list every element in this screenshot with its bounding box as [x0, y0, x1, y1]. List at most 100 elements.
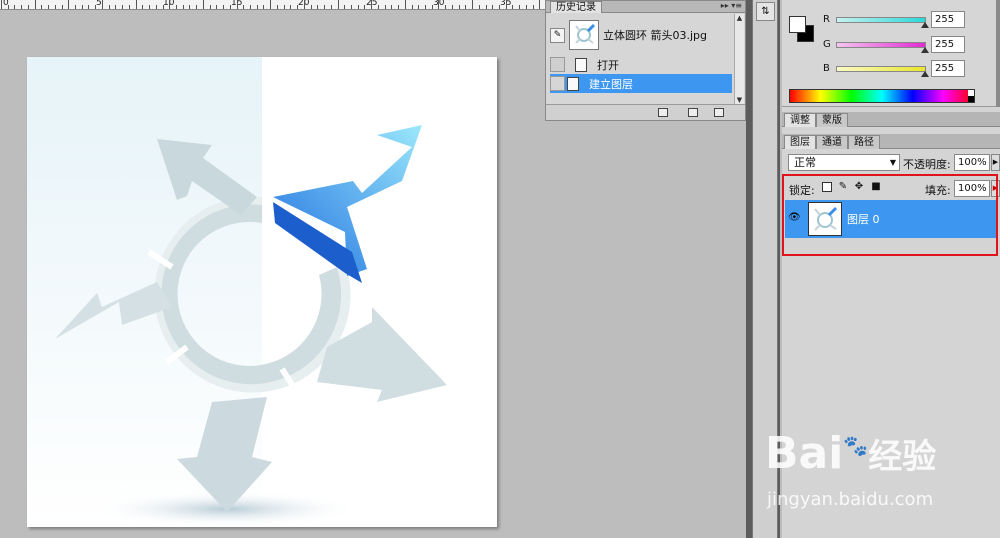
tab-layers[interactable]: 图层 [784, 135, 816, 149]
layer-item[interactable]: 👁 图层 0 [785, 200, 996, 238]
ruler-tick [256, 5, 258, 9]
tab-channels[interactable]: 通道 [816, 135, 848, 149]
ruler-label: 5 [96, 0, 102, 8]
slider-knob-icon[interactable] [921, 22, 929, 28]
ruler-tick [155, 5, 157, 9]
tab-paths[interactable]: 路径 [848, 135, 880, 149]
ruler-tick [411, 5, 413, 9]
ruler-tick [27, 5, 29, 9]
new-snapshot-icon[interactable] [688, 108, 698, 117]
ruler-tick [189, 5, 191, 9]
red-slider[interactable] [836, 17, 929, 28]
ruler-tick [290, 5, 292, 9]
history-checkbox[interactable] [550, 76, 565, 91]
ruler-tick [350, 5, 352, 9]
layer-thumbnail [808, 202, 842, 236]
ruler-tick [478, 5, 480, 9]
ruler-tick [101, 0, 103, 9]
ruler-tick [485, 5, 487, 9]
ruler-tick [337, 0, 339, 9]
ruler-tick [142, 5, 144, 9]
ruler-tick [149, 5, 151, 9]
ruler-tick [14, 5, 16, 9]
ruler-tick [310, 5, 312, 9]
artwork-image [27, 57, 447, 527]
snapshot-thumbnail [569, 20, 599, 50]
ruler-tick [499, 5, 501, 9]
ruler-tick [391, 5, 393, 9]
ruler-tick [303, 0, 305, 9]
ruler-tick [384, 5, 386, 9]
chevron-down-icon: ▼ [889, 158, 896, 167]
ruler-tick [364, 5, 366, 9]
ruler-tick [108, 5, 110, 9]
ruler-tick [236, 0, 238, 9]
ruler-tick [525, 5, 527, 9]
opacity-label: 不透明度: [903, 158, 951, 171]
adjustments-tabbar: 调整 蒙版 [782, 112, 1000, 127]
tab-masks[interactable]: 蒙版 [816, 113, 848, 127]
ruler-tick [196, 5, 198, 9]
history-snapshot[interactable]: ✎ 立体圆环 箭头03.jpg [550, 18, 732, 52]
ruler-tick [404, 0, 406, 9]
ruler-tick [283, 5, 285, 9]
red-value-field[interactable]: 255 [931, 11, 965, 28]
ruler-tick [472, 0, 474, 9]
tab-history[interactable]: 历史记录 [550, 1, 602, 13]
ruler-tick [21, 5, 23, 9]
brush-source-icon[interactable]: ✎ [550, 27, 565, 43]
layer-name: 图层 0 [847, 213, 880, 226]
green-value-field[interactable]: 255 [931, 36, 965, 53]
new-document-icon[interactable] [658, 108, 668, 117]
eye-visibility-icon[interactable]: 👁 [788, 212, 802, 224]
history-scrollbar[interactable]: ▲ ▼ [734, 14, 744, 104]
opacity-field[interactable]: 100% [954, 154, 990, 171]
history-panel-icon[interactable]: ⇅ [756, 2, 775, 21]
scroll-up-icon[interactable]: ▲ [735, 14, 744, 22]
ruler-tick [431, 5, 433, 9]
ruler-tick [223, 5, 225, 9]
ruler-tick [317, 5, 319, 9]
ruler-tick [418, 5, 420, 9]
ruler-tick [34, 0, 36, 9]
ruler-tick [202, 0, 204, 9]
ruler-tick [532, 5, 534, 9]
document-canvas[interactable] [27, 57, 497, 527]
scroll-down-icon[interactable]: ▼ [735, 96, 744, 104]
foreground-color-swatch[interactable] [789, 16, 806, 33]
baidu-jingyan-watermark: Bai🐾经验 jingyan.baidu.com [765, 428, 1000, 528]
panel-menu-icon[interactable]: ▸▸ ▾≡ [721, 1, 742, 10]
ruler-tick [465, 5, 467, 9]
ruler-tick [95, 5, 97, 9]
ruler-tick [216, 5, 218, 9]
ruler-tick [135, 0, 137, 9]
blue-slider[interactable] [836, 66, 929, 77]
history-state-item[interactable]: 打开 [550, 55, 732, 74]
ruler-tick [357, 5, 359, 9]
ruler-tick [75, 5, 77, 9]
ruler-tick [175, 5, 177, 9]
ruler-tick [505, 0, 507, 9]
color-spectrum-ramp[interactable] [789, 89, 975, 103]
trash-icon[interactable] [714, 108, 724, 117]
ruler-tick [1, 0, 2, 9]
ruler-tick [54, 5, 56, 9]
history-state-item[interactable]: 建立图层 [550, 74, 732, 93]
blend-mode-select[interactable]: 正常 ▼ [788, 154, 900, 171]
history-bottom-bar [546, 104, 745, 120]
opacity-slider-button[interactable]: ▶ [991, 154, 1000, 171]
panel-scrollbar[interactable] [996, 0, 1000, 107]
watermark-brand-suffix: 经验 [868, 437, 937, 477]
history-checkbox[interactable] [550, 57, 565, 72]
slider-knob-icon[interactable] [921, 71, 929, 77]
green-slider[interactable] [836, 42, 929, 53]
history-panel: 历史记录 ▸▸ ▾≡ ✎ 立体圆环 箭头03.jpg 打开 建立图层 ▲ ▼ [545, 0, 746, 121]
horizontal-ruler[interactable]: 0 5 10 15 20 25 30 35 [0, 0, 545, 10]
watermark-brand: Bai🐾经验 [765, 428, 936, 479]
ruler-tick [48, 5, 50, 9]
tab-adjustments[interactable]: 调整 [784, 113, 816, 127]
channel-label-b: B [823, 63, 830, 74]
ruler-tick [243, 5, 245, 9]
slider-knob-icon[interactable] [921, 47, 929, 53]
blue-value-field[interactable]: 255 [931, 60, 965, 77]
